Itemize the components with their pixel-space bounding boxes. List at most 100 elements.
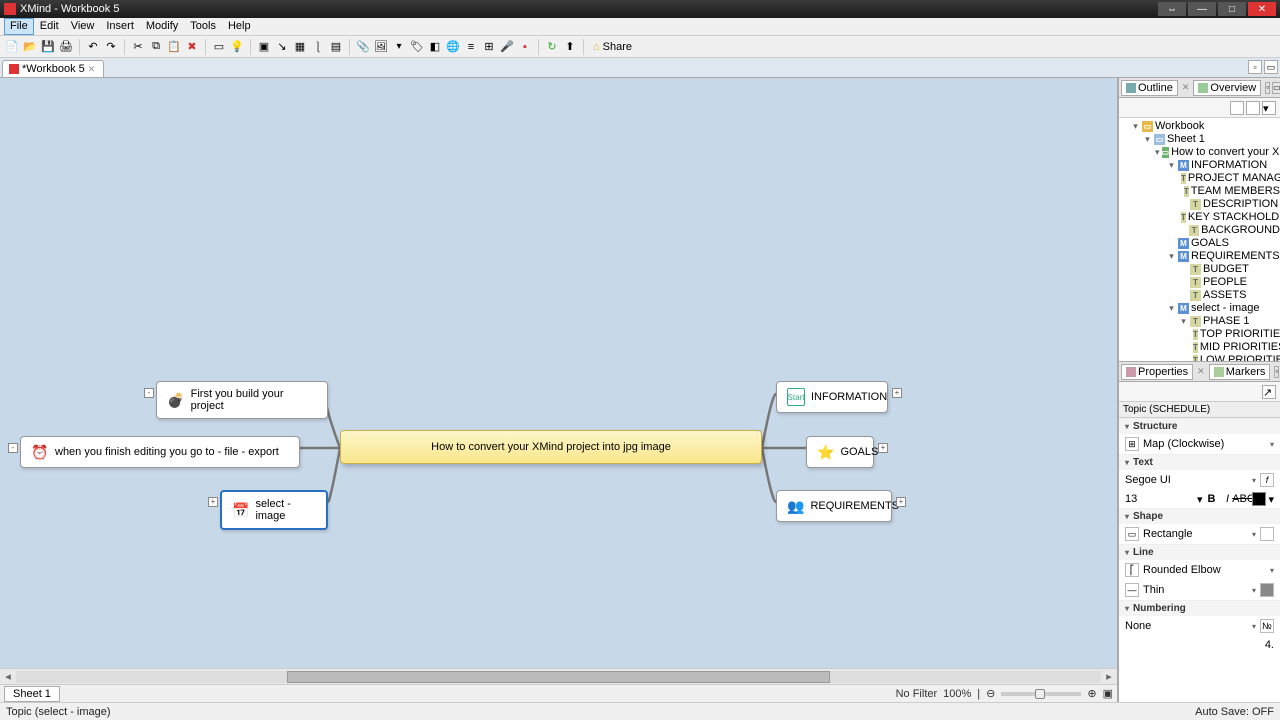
- image-icon[interactable]: 🖼: [373, 39, 389, 55]
- expand-all-icon[interactable]: [1246, 101, 1260, 115]
- topic-information[interactable]: Start INFORMATION: [776, 381, 888, 413]
- panel-min-icon[interactable]: ▫: [1274, 366, 1279, 378]
- collapse-handle[interactable]: -: [8, 443, 18, 453]
- topic-export[interactable]: ⏰ when you finish editing you go to - fi…: [20, 436, 300, 468]
- section-line[interactable]: Line: [1119, 544, 1280, 560]
- numbering-select[interactable]: None▾№: [1119, 616, 1280, 636]
- panel-max-icon[interactable]: ▭: [1272, 82, 1280, 94]
- editor-max-icon[interactable]: ▫: [1248, 60, 1262, 74]
- sheet-tab[interactable]: Sheet 1: [4, 686, 60, 702]
- panel-min-icon[interactable]: ▫: [1265, 82, 1270, 94]
- note-icon[interactable]: ▤: [328, 39, 344, 55]
- font-style-icon[interactable]: f: [1260, 473, 1274, 487]
- tab-pin-icon[interactable]: ✕: [1180, 82, 1192, 93]
- structure-icon[interactable]: ⊞: [481, 39, 497, 55]
- zoom-in-icon[interactable]: ⊕: [1087, 687, 1096, 700]
- record-icon[interactable]: ▪: [517, 39, 533, 55]
- zoom-out-icon[interactable]: ⊖: [986, 687, 995, 700]
- menu-modify[interactable]: Modify: [140, 18, 184, 35]
- relationship-icon[interactable]: ↘: [274, 39, 290, 55]
- menu-insert[interactable]: Insert: [100, 18, 140, 35]
- tab-workbook[interactable]: *Workbook 5 ✕: [2, 60, 104, 77]
- share-button[interactable]: ⌂Share: [589, 41, 636, 53]
- section-shape[interactable]: Shape: [1119, 508, 1280, 524]
- attachment-icon[interactable]: 📎: [355, 39, 371, 55]
- menu-tools[interactable]: Tools: [184, 18, 222, 35]
- marker-icon[interactable]: ◧: [427, 39, 443, 55]
- line-style-select[interactable]: ⎡Rounded Elbow▾: [1119, 560, 1280, 580]
- section-numbering[interactable]: Numbering: [1119, 600, 1280, 616]
- expand-handle[interactable]: +: [892, 388, 902, 398]
- label-icon[interactable]: 🏷: [409, 39, 425, 55]
- copy-icon[interactable]: ⧉: [148, 39, 164, 55]
- strike-icon[interactable]: ABC: [1236, 492, 1250, 506]
- dropdown-icon[interactable]: ▾: [391, 39, 407, 55]
- new-icon[interactable]: 📄: [4, 39, 20, 55]
- mindmap-canvas[interactable]: How to convert your XMind project into j…: [0, 78, 1117, 668]
- align-icon[interactable]: ≡: [463, 39, 479, 55]
- menu-view[interactable]: View: [65, 18, 101, 35]
- fit-icon[interactable]: ▣: [1103, 687, 1113, 700]
- shape-select[interactable]: ▭Rectangle▾: [1119, 524, 1280, 544]
- open-icon[interactable]: 📂: [22, 39, 38, 55]
- window-resize-button[interactable]: ⇔: [1158, 2, 1186, 16]
- outline-menu-icon[interactable]: ▾: [1262, 101, 1276, 115]
- tab-properties[interactable]: Properties: [1121, 364, 1193, 380]
- color-swatch[interactable]: [1252, 492, 1266, 506]
- outline-tree[interactable]: ▾▭Workbook ▾▭Sheet 1 ▾▭How to convert yo…: [1119, 118, 1280, 362]
- redo-icon[interactable]: ↷: [103, 39, 119, 55]
- section-text[interactable]: Text: [1119, 454, 1280, 470]
- save-icon[interactable]: 💾: [40, 39, 56, 55]
- topic-select-image[interactable]: 📅 select - image: [220, 490, 328, 530]
- window-close-button[interactable]: ✕: [1248, 2, 1276, 16]
- menu-file[interactable]: File: [4, 18, 34, 35]
- hyperlink-icon[interactable]: 🌐: [445, 39, 461, 55]
- editor-min-icon[interactable]: ▭: [1264, 60, 1278, 74]
- line-thickness-select[interactable]: —Thin▾: [1119, 580, 1280, 600]
- collapse-all-icon[interactable]: [1230, 101, 1244, 115]
- collapse-handle[interactable]: -: [144, 388, 154, 398]
- section-structure[interactable]: Structure: [1119, 418, 1280, 434]
- paste-icon[interactable]: 📋: [166, 39, 182, 55]
- subtopic-icon[interactable]: 💡: [229, 39, 245, 55]
- tab-pin-icon[interactable]: ✕: [1195, 366, 1207, 377]
- structure-select[interactable]: ⊞Map (Clockwise)▾: [1119, 434, 1280, 454]
- cut-icon[interactable]: ✂: [130, 39, 146, 55]
- window-minimize-button[interactable]: —: [1188, 2, 1216, 16]
- boundary-icon[interactable]: ▦: [292, 39, 308, 55]
- zoom-slider[interactable]: [1001, 692, 1081, 696]
- window-maximize-button[interactable]: □: [1218, 2, 1246, 16]
- topic-requirements[interactable]: 👥 REQUIREMENTS: [776, 490, 892, 522]
- refresh-icon[interactable]: ↻: [544, 39, 560, 55]
- numbering-toggle-icon[interactable]: №: [1260, 619, 1274, 633]
- menu-edit[interactable]: Edit: [34, 18, 65, 35]
- expand-handle[interactable]: +: [208, 497, 218, 507]
- tab-markers[interactable]: Markers: [1209, 364, 1271, 380]
- font-select[interactable]: Segoe UI▾f: [1119, 470, 1280, 490]
- expand-handle[interactable]: +: [878, 443, 888, 453]
- menu-help[interactable]: Help: [222, 18, 257, 35]
- expand-handle[interactable]: +: [896, 497, 906, 507]
- central-topic[interactable]: How to convert your XMind project into j…: [340, 430, 762, 464]
- topic-goals[interactable]: ⭐ GOALS: [806, 436, 874, 468]
- upload-icon[interactable]: ⬆: [562, 39, 578, 55]
- filter-label[interactable]: No Filter: [896, 688, 938, 700]
- audio-icon[interactable]: 🎤: [499, 39, 515, 55]
- print-icon[interactable]: 🖨: [58, 39, 74, 55]
- bold-icon[interactable]: B: [1204, 492, 1218, 506]
- delete-icon[interactable]: ✖: [184, 39, 200, 55]
- tab-outline[interactable]: Outline: [1121, 80, 1178, 96]
- topic-icon[interactable]: ▭: [211, 39, 227, 55]
- tab-close-icon[interactable]: ✕: [88, 64, 96, 75]
- zoom-value[interactable]: 100%: [943, 688, 971, 700]
- undo-icon[interactable]: ↶: [85, 39, 101, 55]
- horizontal-scrollbar[interactable]: ◂ ▸: [0, 668, 1117, 684]
- tab-overview[interactable]: Overview: [1193, 80, 1261, 96]
- font-size[interactable]: 13: [1125, 493, 1195, 505]
- numbering-depth[interactable]: 4.: [1119, 636, 1280, 654]
- topic-build-project[interactable]: 💣 First you build your project: [156, 381, 328, 419]
- props-menu-icon[interactable]: ↗: [1262, 385, 1276, 399]
- fill-swatch[interactable]: [1260, 527, 1274, 541]
- summary-icon[interactable]: ⎱: [310, 39, 326, 55]
- line-color-swatch[interactable]: [1260, 583, 1274, 597]
